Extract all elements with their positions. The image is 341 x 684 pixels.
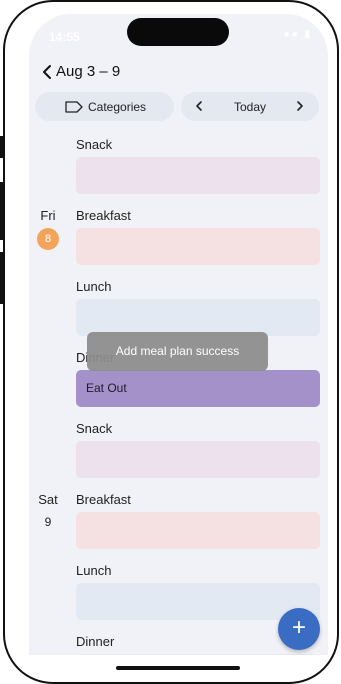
day-name: Fri <box>40 208 56 223</box>
meal-slot-snack[interactable] <box>76 441 320 478</box>
meal-label-dinner: Dinner <box>76 634 115 649</box>
chevron-left-icon[interactable] <box>37 62 57 82</box>
meal-label-breakfast: Breakfast <box>76 208 131 223</box>
meal-slot-snack[interactable] <box>76 157 320 194</box>
status-time: 14:55 <box>49 30 80 44</box>
categories-label: Categories <box>88 100 147 114</box>
meal-label-snack: Snack <box>76 421 113 436</box>
meal-label-snack: Snack <box>76 137 113 152</box>
meal-label-breakfast: Breakfast <box>76 492 131 507</box>
success-toast: Add meal plan success <box>87 332 268 371</box>
week-range-title: Aug 3 – 9 <box>56 63 121 80</box>
app-screen: 14:55 ●● ▮ Aug 3 – 9 Categories Today Sn… <box>29 14 328 655</box>
meal-label-lunch: Lunch <box>76 563 112 578</box>
plus-icon[interactable]: + <box>278 608 320 650</box>
next-week-icon[interactable] <box>294 100 306 112</box>
day-name: Sat <box>38 492 58 507</box>
date-badge-today: 8 <box>37 228 59 250</box>
meal-label-lunch: Lunch <box>76 279 112 294</box>
previous-week-icon[interactable] <box>193 100 205 112</box>
meal-entry-text: Eat Out <box>86 381 127 395</box>
meal-slot-breakfast[interactable] <box>76 228 320 265</box>
status-icons: ●● ▮ <box>283 29 312 40</box>
meal-slot-breakfast[interactable] <box>76 512 320 549</box>
meal-slot-dinner[interactable] <box>76 654 320 655</box>
dynamic-island <box>127 18 229 46</box>
phone-frame: 14:55 ●● ▮ Aug 3 – 9 Categories Today Sn… <box>3 0 339 684</box>
date-number: 9 <box>44 515 52 529</box>
today-button[interactable]: Today <box>234 100 266 114</box>
meal-slot-lunch[interactable] <box>76 299 320 336</box>
home-indicator <box>116 666 240 670</box>
tag-icon <box>65 101 83 113</box>
